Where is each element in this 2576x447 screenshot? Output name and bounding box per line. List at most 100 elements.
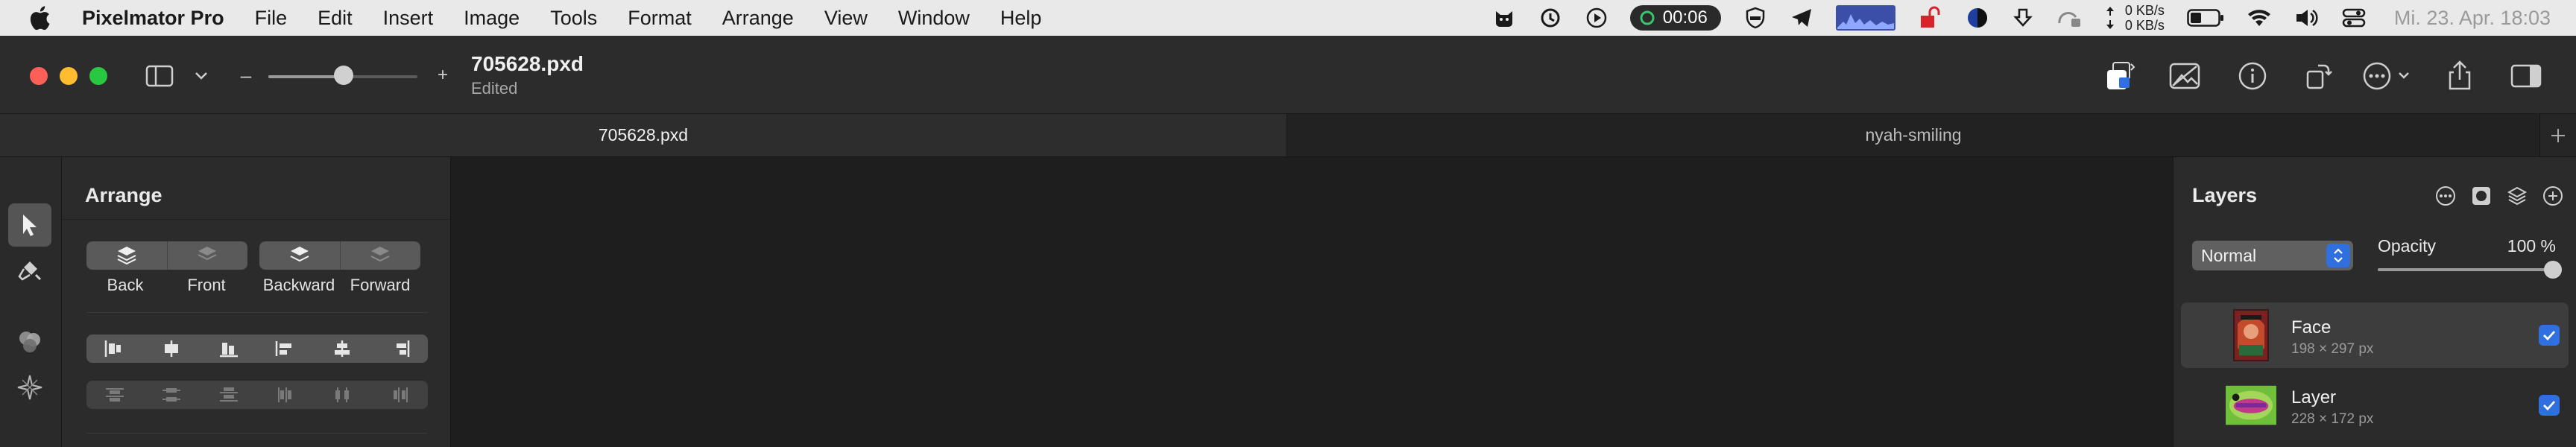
telegram-icon[interactable]	[1790, 0, 1813, 36]
menu-file[interactable]: File	[255, 7, 288, 30]
vpn-icon[interactable]	[1966, 0, 1989, 36]
cat-icon[interactable]	[1493, 0, 1515, 36]
menu-tools[interactable]: Tools	[550, 7, 597, 30]
tab-nyah-smiling[interactable]: nyah-smiling	[1287, 114, 2540, 156]
zoom-out-button[interactable]: –	[237, 64, 255, 86]
net-up-value: 0 KB/s	[2124, 3, 2165, 18]
add-layer-icon[interactable]	[2542, 186, 2563, 210]
document-title[interactable]: 705628.pxd	[471, 52, 584, 76]
distribute-bottom-icon	[219, 387, 238, 402]
section-divider-bottom	[86, 433, 428, 434]
minimize-window-button[interactable]	[60, 67, 78, 85]
layer-visibility-checkbox-layer[interactable]	[2539, 395, 2560, 416]
zoom-window-button[interactable]	[89, 67, 107, 85]
info-icon[interactable]	[2236, 60, 2269, 92]
clock-datetime[interactable]: Mi. 23. Apr. 18:03	[2394, 7, 2551, 30]
opacity-slider-track[interactable]	[2378, 268, 2557, 271]
zoom-in-button[interactable]: +	[434, 64, 452, 86]
battery-icon[interactable]	[2187, 0, 2224, 36]
blend-mode-select[interactable]: Normal	[2192, 241, 2353, 270]
network-lock-icon[interactable]	[2056, 0, 2082, 36]
chevron-down-icon[interactable]	[192, 66, 210, 86]
style-tool-button[interactable]	[8, 250, 51, 293]
layer-name-layer: Layer	[2291, 387, 2337, 408]
speaker-icon[interactable]	[2294, 0, 2320, 36]
distribute-left-button[interactable]	[257, 381, 314, 409]
align-bottom-icon	[219, 343, 238, 358]
distribute-middle-button[interactable]	[143, 381, 200, 409]
zoom-slider-knob[interactable]	[334, 66, 353, 85]
align-right-icon	[396, 340, 410, 357]
distribute-top-button[interactable]	[86, 381, 143, 409]
time-machine-icon[interactable]	[1538, 0, 1563, 36]
opacity-slider-knob[interactable]	[2544, 261, 2562, 279]
apple-menu-icon[interactable]	[28, 5, 58, 31]
menu-insert[interactable]: Insert	[383, 7, 434, 30]
distribute-bottom-button[interactable]	[201, 381, 257, 409]
rotate-crop-icon[interactable]	[2302, 60, 2334, 92]
sparkle-icon	[17, 375, 42, 400]
arrange-tool-button[interactable]	[8, 203, 51, 247]
bring-forward-button[interactable]	[341, 241, 421, 270]
menu-view[interactable]: View	[824, 7, 868, 30]
effects-tool-button[interactable]	[8, 366, 51, 409]
mask-icon[interactable]	[2471, 186, 2492, 210]
red-lock-icon[interactable]	[1918, 0, 1943, 36]
align-center-h-button[interactable]	[143, 335, 200, 363]
new-tab-plus-icon[interactable]	[2540, 114, 2576, 156]
backward-label: Backward	[262, 276, 335, 294]
play-icon[interactable]	[1585, 0, 1608, 36]
close-window-button[interactable]	[30, 67, 48, 85]
menu-window[interactable]: Window	[898, 7, 970, 30]
image-canvas[interactable]	[451, 157, 2173, 447]
timer-widget[interactable]: 00:06	[1629, 0, 1721, 36]
image-adjust-icon[interactable]	[2168, 60, 2202, 92]
align-top-icon	[275, 341, 292, 356]
layer-row-layer[interactable]: Layer 228 × 172 px	[2181, 372, 2569, 438]
align-left-button[interactable]	[86, 335, 143, 363]
color-swatch-icon[interactable]	[2103, 58, 2139, 94]
layer-row-face[interactable]: Face 198 × 297 px	[2181, 302, 2569, 368]
download-icon[interactable]	[2012, 0, 2034, 36]
menu-help[interactable]: Help	[1000, 7, 1042, 30]
distribute-buttons-row	[86, 381, 428, 409]
align-top-button[interactable]	[257, 335, 314, 363]
distribute-center-button[interactable]	[314, 381, 370, 409]
more-options-icon[interactable]	[2361, 60, 2415, 92]
share-icon[interactable]	[2443, 58, 2476, 92]
tools-sidebar	[0, 157, 62, 447]
distribute-right-button[interactable]	[371, 381, 428, 409]
menu-edit[interactable]: Edit	[318, 7, 353, 30]
zoom-slider-fill	[268, 75, 343, 78]
menu-arrange[interactable]: Arrange	[722, 7, 794, 30]
align-center-v-button[interactable]	[314, 335, 370, 363]
layer-stack-icon[interactable]	[2507, 186, 2528, 210]
send-backward-button[interactable]	[259, 241, 340, 270]
activity-graph-icon[interactable]	[1835, 0, 1895, 36]
align-left-icon	[104, 340, 121, 357]
distribute-right-icon	[393, 387, 408, 402]
menu-app-name[interactable]: Pixelmator Pro	[82, 7, 224, 30]
menu-format[interactable]: Format	[628, 7, 692, 30]
menu-image[interactable]: Image	[464, 7, 520, 30]
align-right-button[interactable]	[201, 335, 257, 363]
tab-705628[interactable]: 705628.pxd	[0, 114, 1287, 156]
wifi-icon[interactable]	[2247, 0, 2272, 36]
send-backward-icon	[290, 247, 309, 262]
layers-more-icon[interactable]	[2435, 186, 2456, 210]
align-bottom-button[interactable]	[371, 335, 428, 363]
network-speed-widget[interactable]: 0 KB/s 0 KB/s	[2104, 0, 2165, 36]
bring-to-front-button[interactable]	[168, 241, 248, 270]
opacity-value[interactable]: 100 %	[2507, 236, 2556, 256]
color-adjust-tool-button[interactable]	[8, 320, 51, 363]
shield-icon[interactable]	[1743, 0, 1767, 36]
inspector-toggle-icon[interactable]	[2509, 61, 2543, 91]
layer-visibility-checkbox-face[interactable]	[2539, 325, 2560, 346]
bring-forward-icon	[370, 247, 390, 262]
send-to-back-button[interactable]	[86, 241, 167, 270]
sidebar-toggle-icon[interactable]	[145, 63, 174, 89]
control-center-icon[interactable]	[2342, 0, 2366, 36]
bring-to-front-icon	[198, 247, 217, 261]
color-circles-icon	[19, 332, 40, 352]
distribute-center-icon	[335, 387, 350, 402]
